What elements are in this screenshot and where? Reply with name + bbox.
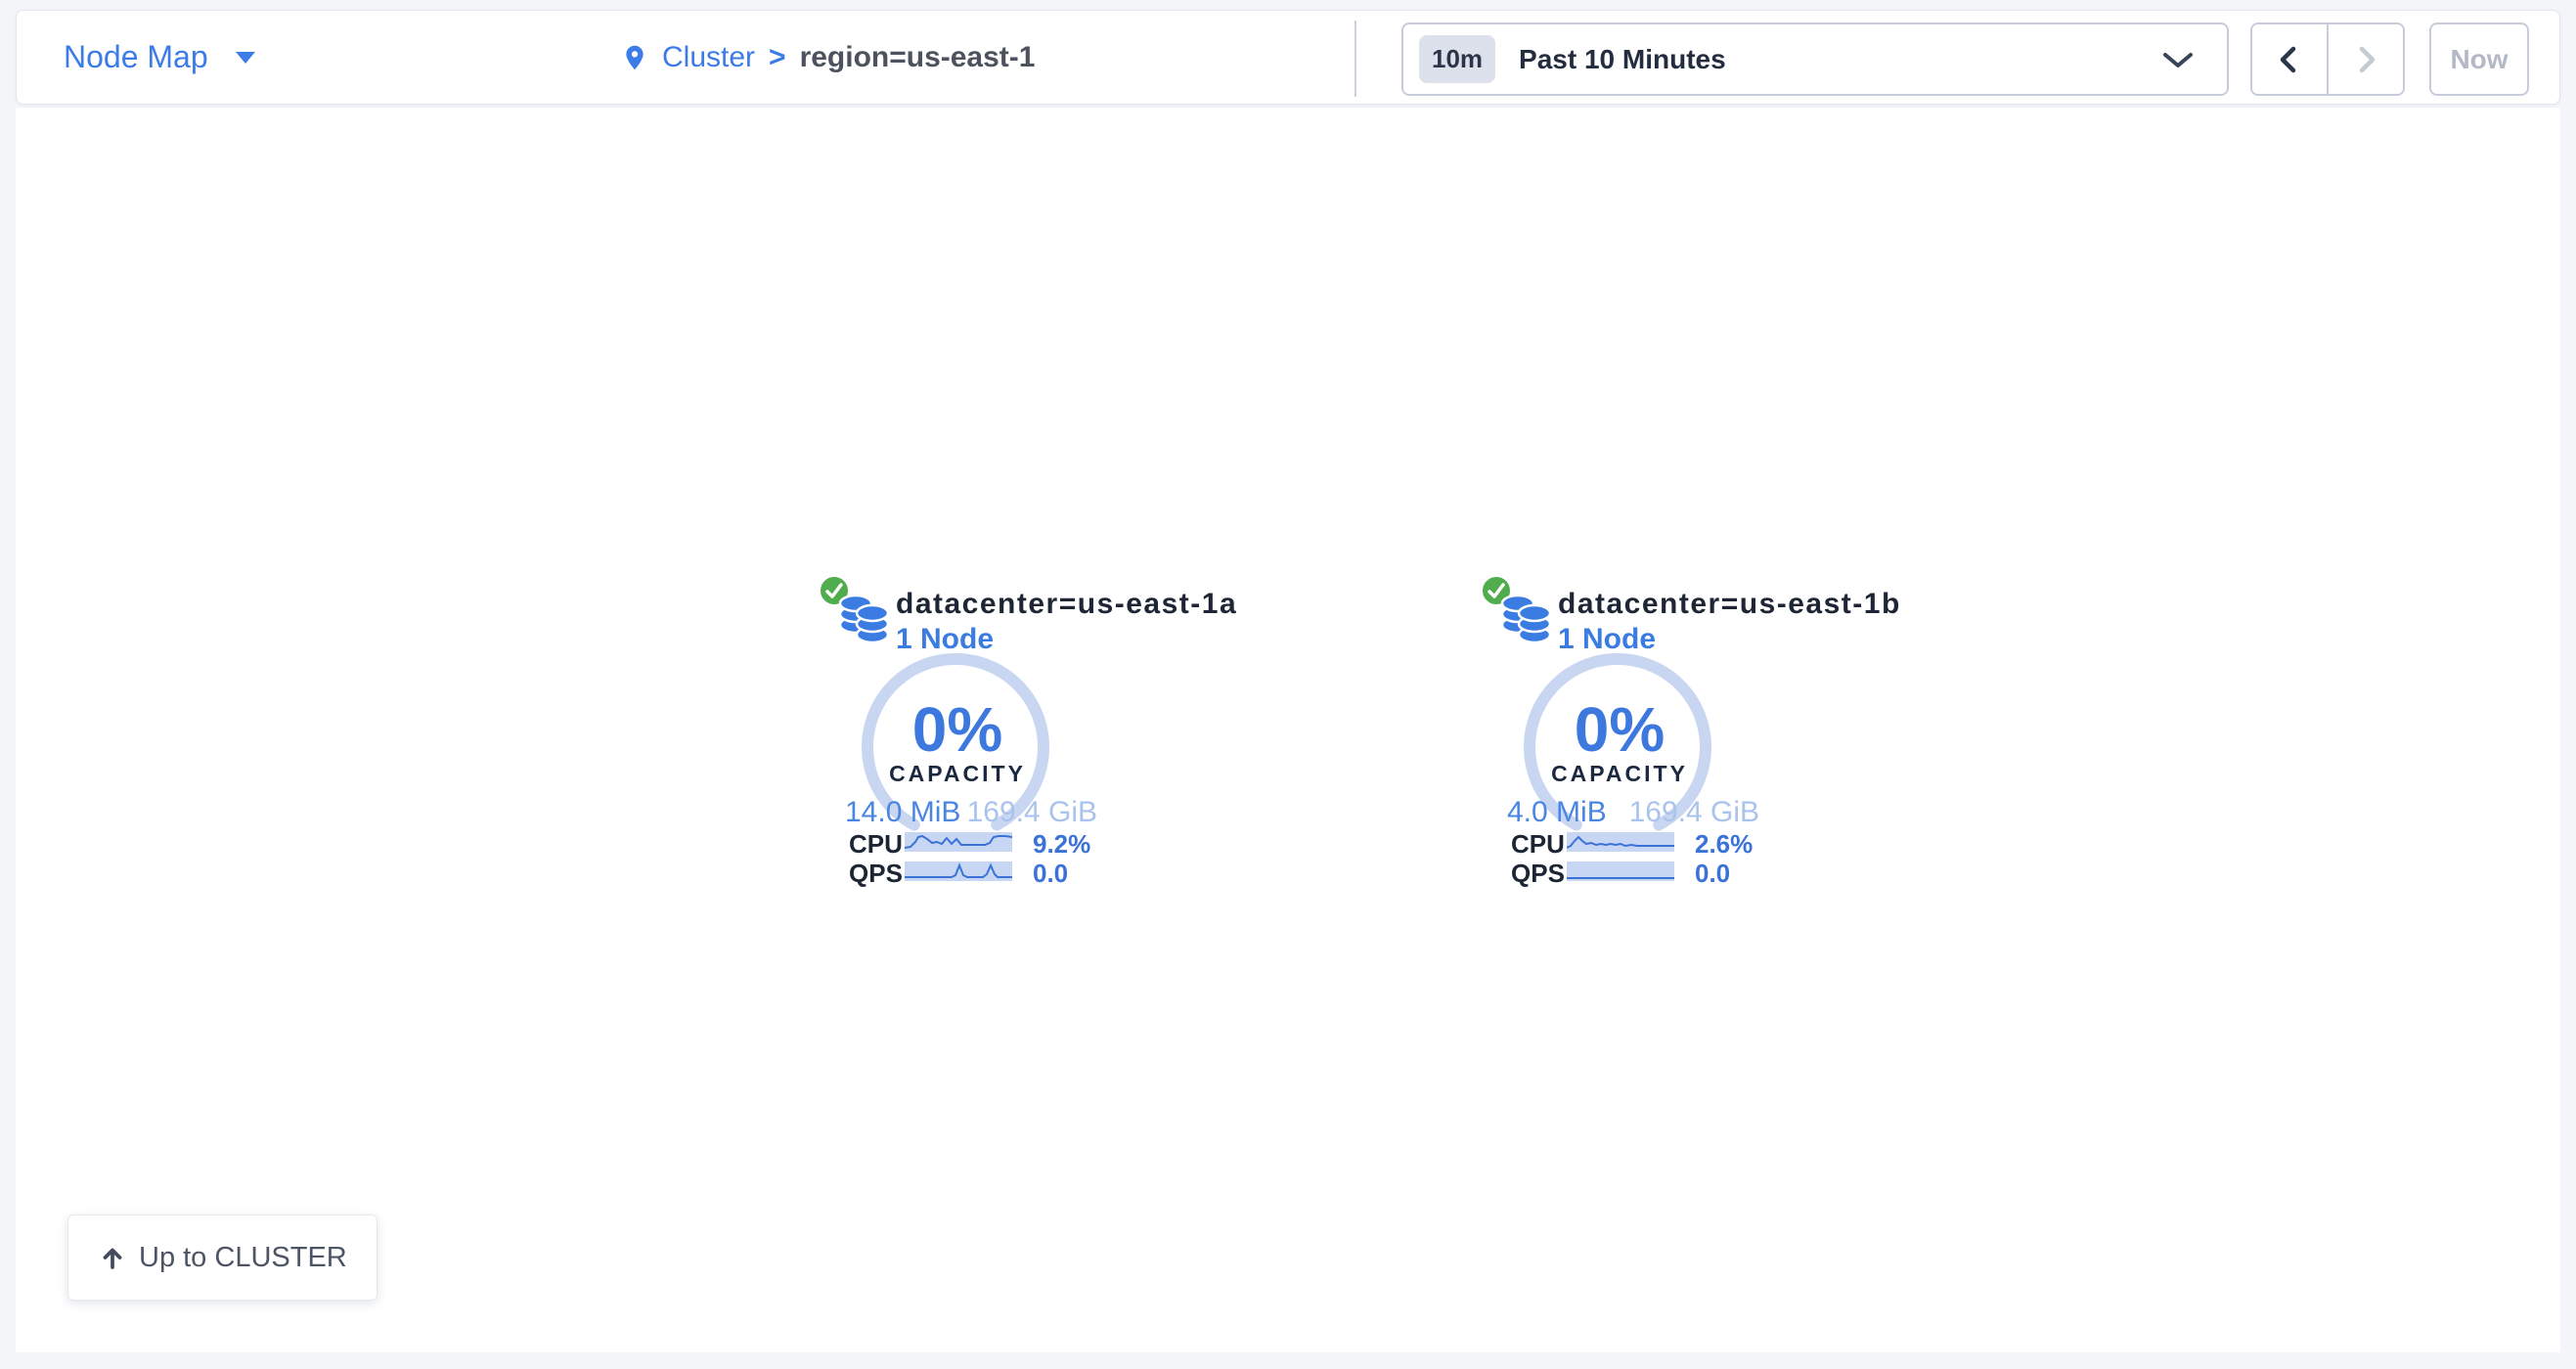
cpu-metric-row: CPU 9.2%: [800, 832, 1115, 852]
topbar: Node Map Cluster > region=us-east-1 10m …: [16, 10, 2560, 105]
qps-label: QPS: [1511, 859, 1565, 889]
capacity-values: 4.0 MiB 169.4 GiB: [1462, 796, 1777, 829]
database-stack-icon: [839, 594, 890, 644]
capacity-percent: 0%: [1462, 693, 1777, 766]
chevron-down-icon: [236, 52, 255, 64]
time-forward-button[interactable]: [2327, 24, 2403, 94]
node-map-screen: Node Map Cluster > region=us-east-1 10m …: [0, 0, 2576, 1369]
qps-metric-row: QPS 0.0: [800, 861, 1115, 881]
datacenter-card-us-east-1a[interactable]: datacenter=us-east-1a 1 Node 0% CAPACITY…: [800, 572, 1115, 900]
chevron-right-icon: [2350, 44, 2381, 75]
datacenter-name: datacenter=us-east-1b: [1558, 588, 1901, 621]
up-to-cluster-label: Up to CLUSTER: [139, 1242, 347, 1274]
cpu-label: CPU: [1511, 829, 1565, 860]
now-button[interactable]: Now: [2429, 22, 2529, 96]
qps-value: 0.0: [1695, 859, 1730, 889]
topbar-divider: [1355, 21, 1356, 97]
capacity-percent: 0%: [800, 693, 1115, 766]
qps-metric-row: QPS 0.0: [1462, 861, 1777, 881]
cpu-sparkline: [905, 832, 1012, 852]
database-stack-icon: [1501, 594, 1552, 644]
time-window-badge: 10m: [1419, 35, 1495, 83]
capacity-used: 14.0 MiB: [845, 796, 960, 829]
qps-label: QPS: [849, 859, 903, 889]
cpu-value: 2.6%: [1695, 829, 1753, 860]
cpu-value: 9.2%: [1033, 829, 1090, 860]
up-to-cluster-button[interactable]: Up to CLUSTER: [67, 1214, 378, 1301]
breadcrumb: Cluster > region=us-east-1: [621, 11, 1035, 104]
capacity-label: CAPACITY: [1462, 761, 1777, 787]
capacity-total: 169.4 GiB: [967, 796, 1097, 829]
view-selector-dropdown[interactable]: Node Map: [64, 11, 255, 104]
breadcrumb-cluster-link[interactable]: Cluster: [662, 41, 755, 74]
cpu-sparkline: [1567, 832, 1674, 852]
time-window-label: Past 10 Minutes: [1519, 44, 1726, 75]
capacity-values: 14.0 MiB 169.4 GiB: [800, 796, 1115, 829]
qps-sparkline: [1567, 861, 1674, 881]
datacenter-name: datacenter=us-east-1a: [896, 588, 1237, 621]
breadcrumb-separator: >: [769, 41, 786, 74]
breadcrumb-current: region=us-east-1: [800, 41, 1036, 74]
arrow-up-icon: [98, 1243, 127, 1272]
datacenter-card-us-east-1b[interactable]: datacenter=us-east-1b 1 Node 0% CAPACITY…: [1462, 572, 1777, 900]
capacity-total: 169.4 GiB: [1629, 796, 1759, 829]
qps-value: 0.0: [1033, 859, 1068, 889]
chevron-down-icon: [2162, 52, 2194, 69]
location-pin-icon: [621, 40, 648, 75]
capacity-used: 4.0 MiB: [1507, 796, 1607, 829]
time-nav-group: [2250, 22, 2405, 96]
view-selector-label: Node Map: [64, 39, 208, 75]
cpu-label: CPU: [849, 829, 903, 860]
cpu-metric-row: CPU 2.6%: [1462, 832, 1777, 852]
time-back-button[interactable]: [2252, 24, 2327, 94]
qps-sparkline: [905, 861, 1012, 881]
time-window-dropdown[interactable]: 10m Past 10 Minutes: [1401, 22, 2229, 96]
capacity-label: CAPACITY: [800, 761, 1115, 787]
node-map-panel: datacenter=us-east-1a 1 Node 0% CAPACITY…: [16, 108, 2560, 1352]
chevron-left-icon: [2274, 44, 2305, 75]
